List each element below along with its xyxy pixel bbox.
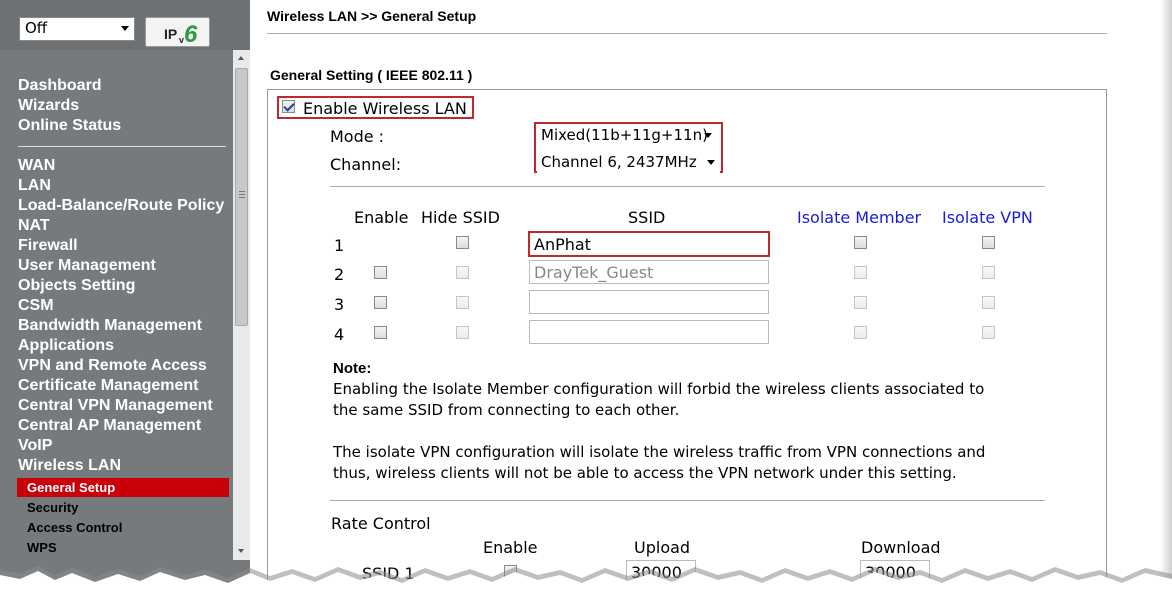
hide-ssid-checkbox-1[interactable]: [456, 236, 469, 249]
nav-applications[interactable]: Applications: [18, 337, 114, 355]
enable-wlan-label: Enable Wireless LAN: [303, 99, 467, 118]
section-divider: [330, 186, 1045, 187]
note-line: Enabling the Isolate Member configuratio…: [333, 380, 985, 398]
nav-load-balance[interactable]: Load-Balance/Route Policy: [18, 197, 224, 215]
enable-checkbox-4[interactable]: [374, 326, 387, 339]
ssid-input-1[interactable]: AnPhat: [530, 233, 768, 255]
ssid-input-4[interactable]: [529, 320, 769, 344]
section-divider: [330, 500, 1045, 501]
col-ssid-header: SSID: [628, 208, 666, 227]
ssid-input-3[interactable]: [529, 290, 769, 314]
download-input-1-value: 30000: [865, 563, 916, 582]
hide-ssid-checkbox-4[interactable]: [456, 326, 469, 339]
sidebar-scrollbar[interactable]: [233, 50, 250, 560]
upload-input-1-value: 30000: [631, 563, 682, 582]
arrow-down-icon: [238, 549, 244, 553]
scroll-up-button[interactable]: [233, 50, 250, 66]
nav-user-management[interactable]: User Management: [18, 257, 156, 275]
row-index: 1: [334, 236, 345, 255]
download-input-1[interactable]: 30000: [860, 560, 930, 584]
subnav-general-setup[interactable]: General Setup: [27, 480, 115, 495]
subnav-access-control[interactable]: Access Control: [27, 520, 122, 535]
arrow-up-icon: [238, 56, 244, 60]
window-shadow: [1160, 0, 1172, 593]
rate-row-label: SSID 1: [362, 564, 415, 583]
enable-checkbox-2[interactable]: [374, 266, 387, 279]
section-title: General Setting ( IEEE 802.11 ): [270, 67, 473, 83]
nav-csm[interactable]: CSM: [18, 297, 54, 315]
note-line: thus, wireless clients will not be able …: [333, 464, 957, 482]
breadcrumb: Wireless LAN >> General Setup: [267, 8, 477, 24]
mode-select-value: Mixed(11b+11g+11n): [541, 126, 708, 144]
nav-firewall[interactable]: Firewall: [18, 237, 78, 255]
isolate-member-checkbox-3[interactable]: [854, 296, 867, 309]
ssid-input-2-placeholder: DrayTek_Guest: [534, 263, 654, 282]
isolate-vpn-checkbox-3[interactable]: [982, 296, 995, 309]
row-index: 3: [334, 295, 345, 314]
nav-wireless-lan[interactable]: Wireless LAN: [18, 457, 121, 475]
note-line: the same SSID from connecting to each ot…: [333, 401, 680, 419]
isolate-member-checkbox-4[interactable]: [854, 326, 867, 339]
scroll-down-button[interactable]: [233, 544, 250, 560]
note-title: Note:: [333, 360, 372, 377]
note-line: The isolate VPN configuration will isola…: [333, 443, 986, 461]
hide-ssid-checkbox-2[interactable]: [456, 266, 469, 279]
col-enable-header: Enable: [354, 208, 409, 227]
mode-select[interactable]: Mixed(11b+11g+11n): [537, 124, 717, 146]
nav-wan[interactable]: WAN: [18, 157, 55, 175]
svg-text:6: 6: [184, 21, 198, 46]
subnav-security[interactable]: Security: [27, 500, 78, 515]
col-isolate-member-header[interactable]: Isolate Member: [797, 208, 921, 227]
nav-nat[interactable]: NAT: [18, 217, 50, 235]
nav-divider: [18, 146, 226, 147]
nav-bandwidth-management[interactable]: Bandwidth Management: [18, 317, 202, 335]
enable-wlan-checkbox[interactable]: [282, 100, 295, 113]
hide-ssid-checkbox-3[interactable]: [456, 296, 469, 309]
subnav-wps[interactable]: WPS: [27, 540, 57, 555]
header-divider: [267, 33, 1107, 34]
grip-icon: [239, 191, 245, 198]
nav-vpn-remote-access[interactable]: VPN and Remote Access: [18, 357, 207, 375]
nav-wizards[interactable]: Wizards: [18, 97, 79, 115]
ipv6-logo[interactable]: IP v 6: [145, 17, 210, 47]
svg-text:IP: IP: [164, 26, 177, 42]
upload-input-1[interactable]: 30000: [626, 560, 696, 584]
rate-control-title: Rate Control: [331, 514, 431, 533]
isolate-member-checkbox-1[interactable]: [854, 236, 867, 249]
channel-label: Channel:: [330, 155, 402, 174]
chevron-down-icon: [707, 160, 715, 165]
rate-col-enable: Enable: [483, 538, 538, 557]
rate-col-upload: Upload: [634, 538, 691, 557]
sidebar: Off IP v 6 Dashboard Wizards Online Stat…: [0, 0, 250, 593]
quick-select[interactable]: Off: [19, 17, 135, 41]
channel-select-value: Channel 6, 2437MHz: [541, 153, 697, 171]
channel-select[interactable]: Channel 6, 2437MHz: [537, 151, 720, 173]
enable-checkbox-3[interactable]: [374, 296, 387, 309]
nav-certificate-management[interactable]: Certificate Management: [18, 377, 199, 395]
row-index: 4: [334, 325, 345, 344]
nav-central-vpn-management[interactable]: Central VPN Management: [18, 397, 213, 415]
isolate-vpn-checkbox-2[interactable]: [982, 266, 995, 279]
nav-objects-setting[interactable]: Objects Setting: [18, 277, 135, 295]
isolate-vpn-checkbox-4[interactable]: [982, 326, 995, 339]
nav-lan[interactable]: LAN: [18, 177, 51, 195]
rate-col-download: Download: [861, 538, 941, 557]
isolate-vpn-checkbox-1[interactable]: [982, 236, 995, 249]
nav-central-ap-management[interactable]: Central AP Management: [18, 417, 201, 435]
nav-voip[interactable]: VoIP: [18, 437, 52, 455]
nav-dashboard[interactable]: Dashboard: [18, 77, 102, 95]
quick-select-value: Off: [25, 19, 48, 37]
ssid-input-2[interactable]: DrayTek_Guest: [529, 260, 769, 284]
chevron-down-icon: [121, 26, 129, 31]
col-hide-ssid-header: Hide SSID: [421, 208, 500, 227]
col-isolate-vpn-header[interactable]: Isolate VPN: [942, 208, 1033, 227]
mode-label: Mode :: [330, 127, 385, 146]
chevron-down-icon: [704, 133, 712, 138]
isolate-member-checkbox-2[interactable]: [854, 266, 867, 279]
rate-enable-checkbox-1[interactable]: [504, 565, 517, 578]
row-index: 2: [334, 265, 345, 284]
ssid-input-1-value: AnPhat: [534, 235, 591, 254]
scrollbar-thumb[interactable]: [235, 68, 248, 326]
nav-online-status[interactable]: Online Status: [18, 117, 121, 135]
